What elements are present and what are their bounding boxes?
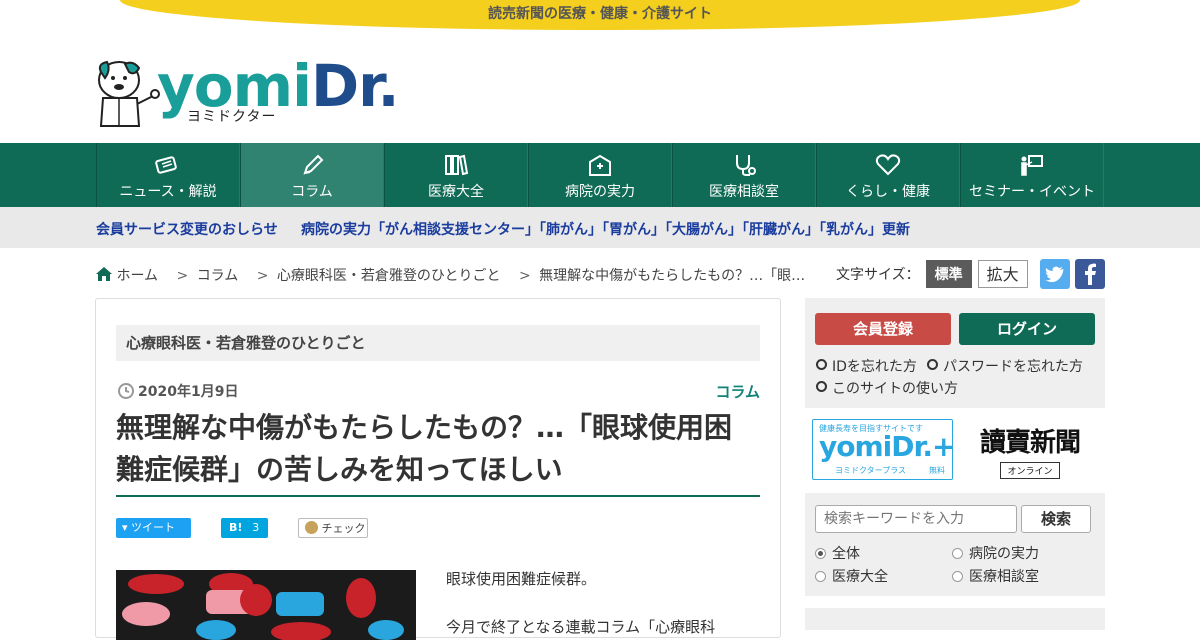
hospital-icon — [589, 154, 611, 176]
radio-icon — [815, 571, 826, 582]
search-button[interactable]: 検索 — [1021, 505, 1091, 533]
twitter-icon[interactable] — [1040, 259, 1070, 289]
nav-label: 医療大全 — [428, 184, 484, 200]
nav-news[interactable]: ニュース・解説 — [96, 143, 240, 207]
tweet-label: ツイート — [131, 521, 176, 534]
nav-seminar[interactable]: セミナー・イベント — [960, 143, 1104, 207]
breadcrumb-separator: > — [518, 268, 531, 284]
scope-label: 病院の実力 — [969, 546, 1039, 562]
facebook-icon[interactable] — [1075, 259, 1105, 289]
breadcrumb-current: 無理解な中傷がもたらしたもの？…「眼… — [539, 268, 806, 284]
books-icon — [445, 154, 469, 176]
stethoscope-icon — [736, 155, 756, 176]
nav-label: くらし・健康 — [846, 184, 930, 200]
scope-radio-encyclopedia[interactable]: 医療大全 — [815, 566, 888, 586]
font-size-standard-button[interactable]: 標準 — [925, 260, 972, 288]
yomiuri-logo: 讀賣新聞 — [979, 428, 1081, 458]
hatena-bookmark-button[interactable]: B! 3 — [221, 518, 268, 538]
article-title: 無理解な中傷がもたらしたもの？…「眼球使用困 難症候群」の苦しみを知ってほしい — [116, 407, 760, 497]
scope-radio-hospital[interactable]: 病院の実力 — [952, 543, 1039, 563]
article-paragraph: 今月で終了となる連載コラム「心療眼科 — [446, 618, 716, 636]
nav-consultation[interactable]: 医療相談室 — [672, 143, 816, 207]
nav-label: ニュース・解説 — [119, 184, 217, 200]
doctor-dog-mascot-icon — [98, 60, 160, 127]
article-date-text: 2020年1月9日 — [138, 384, 239, 400]
article-title-line1: 無理解な中傷がもたらしたもの？…「眼球使用困 — [116, 411, 733, 444]
plus-subtitle: ヨミドクタープラス — [835, 466, 907, 475]
font-size-control: 文字サイズ： 標準 拡大 — [836, 259, 1028, 289]
logo-subtitle: ヨミドクター — [187, 109, 277, 125]
nav-lifestyle[interactable]: くらし・健康 — [816, 143, 960, 207]
nav-hospital[interactable]: 病院の実力 — [528, 143, 672, 207]
series-title[interactable]: 心療眼科医・若倉雅登のひとりごと — [116, 325, 760, 361]
breadcrumb-series[interactable]: 心療眼科医・若倉雅登のひとりごと — [277, 268, 501, 284]
breadcrumb-column[interactable]: コラム — [197, 268, 239, 284]
scope-label: 全体 — [832, 546, 860, 562]
tweet-bird-icon: ▾ — [122, 521, 128, 534]
yomiuri-online-label: オンライン — [1000, 462, 1060, 479]
tweet-button[interactable]: ▾ ツイート — [116, 518, 191, 538]
yomidr-plus-banner[interactable]: 健康長寿を目指すサイトです yomiDr.+ ヨミドクタープラス 無料 — [812, 419, 955, 480]
font-size-large-button[interactable]: 拡大 — [977, 260, 1028, 288]
site-logo[interactable]: yomiDr. ヨミドクター — [95, 52, 399, 130]
main-nav: ニュース・解説 コラム 医療大全 病院の実力 医療相談室 くらし・健康 セミナー… — [0, 143, 1200, 207]
scope-label: 医療大全 — [832, 569, 888, 585]
register-button[interactable]: 会員登録 — [815, 313, 951, 345]
font-size-label: 文字サイズ： — [836, 267, 920, 283]
presenter-icon — [1021, 155, 1043, 176]
breadcrumb-separator: > — [256, 268, 269, 284]
breadcrumb-separator: > — [176, 268, 189, 284]
mixi-check-button[interactable]: チェック — [298, 518, 368, 538]
login-button[interactable]: ログイン — [959, 313, 1095, 345]
notice-link-member-service[interactable]: 会員サービス変更のおしらせ — [96, 219, 278, 239]
newspaper-icon — [155, 156, 177, 174]
scope-label: 医療相談室 — [969, 569, 1039, 585]
search-input[interactable] — [815, 505, 1017, 533]
article-body: 眼球使用困難症候群。 今月で終了となる連載コラム「心療眼科 — [446, 567, 715, 639]
radio-icon — [952, 548, 963, 559]
pencil-icon — [303, 154, 324, 175]
heart-icon — [875, 154, 901, 176]
search-box: 検索 全体 病院の実力 医療大全 医療相談室 — [805, 493, 1105, 596]
notice-link-hospital-update[interactable]: 病院の実力「がん相談支援センター」「肺がん」「胃がん」「大腸がん」「肝臓がん」「… — [301, 219, 910, 239]
site-tagline-banner: 読売新聞の医療・健康・介護サイト — [120, 0, 1080, 30]
breadcrumb: ホーム > コラム > 心療眼科医・若倉雅登のひとりごと > 無理解な中傷がもた… — [96, 265, 809, 285]
clock-icon — [118, 383, 134, 399]
article-card: 心療眼科医・若倉雅登のひとりごと 2020年1月9日 コラム 無理解な中傷がもた… — [95, 298, 781, 640]
nav-column[interactable]: コラム — [240, 143, 384, 207]
hatena-label: B! — [229, 521, 243, 534]
breadcrumb-home[interactable]: ホーム — [116, 268, 158, 284]
nav-label: 病院の実力 — [565, 184, 635, 200]
article-date: 2020年1月9日 — [118, 381, 238, 401]
member-box: 会員登録 ログイン IDを忘れた方 パスワードを忘れた方 このサイトの使い方 — [805, 298, 1105, 408]
article-category[interactable]: コラム — [715, 381, 760, 402]
article-title-line2: 難症候群」の苦しみを知ってほしい — [116, 453, 563, 486]
home-icon — [96, 267, 112, 281]
logo-dr: Dr. — [310, 52, 400, 120]
check-label: チェック — [321, 522, 366, 535]
scope-radio-consultation[interactable]: 医療相談室 — [952, 566, 1039, 586]
nav-encyclopedia[interactable]: 医療大全 — [384, 143, 528, 207]
forgot-id-link[interactable]: IDを忘れた方 — [816, 356, 917, 376]
nav-label: 医療相談室 — [709, 184, 779, 200]
plus-free-label: 無料 — [929, 466, 945, 475]
radio-selected-icon — [815, 548, 826, 559]
yomiuri-online-banner[interactable]: 讀賣新聞 オンライン — [960, 422, 1100, 480]
hatena-count: 3 — [252, 521, 260, 534]
notice-bar: 会員サービス変更のおしらせ 病院の実力「がん相談支援センター」「肺がん」「胃がん… — [0, 207, 1200, 248]
radio-icon — [952, 571, 963, 582]
how-to-use-link[interactable]: このサイトの使い方 — [816, 378, 958, 398]
nav-label: コラム — [291, 184, 333, 200]
forgot-password-link[interactable]: パスワードを忘れた方 — [927, 356, 1083, 376]
plus-logo: yomiDr.+ — [819, 430, 955, 463]
nav-label: セミナー・イベント — [969, 184, 1095, 200]
sidebar-next-section — [805, 608, 1105, 630]
article-paragraph: 眼球使用困難症候群。 — [446, 570, 597, 588]
mixi-icon — [305, 521, 318, 534]
scope-radio-all[interactable]: 全体 — [815, 543, 860, 563]
